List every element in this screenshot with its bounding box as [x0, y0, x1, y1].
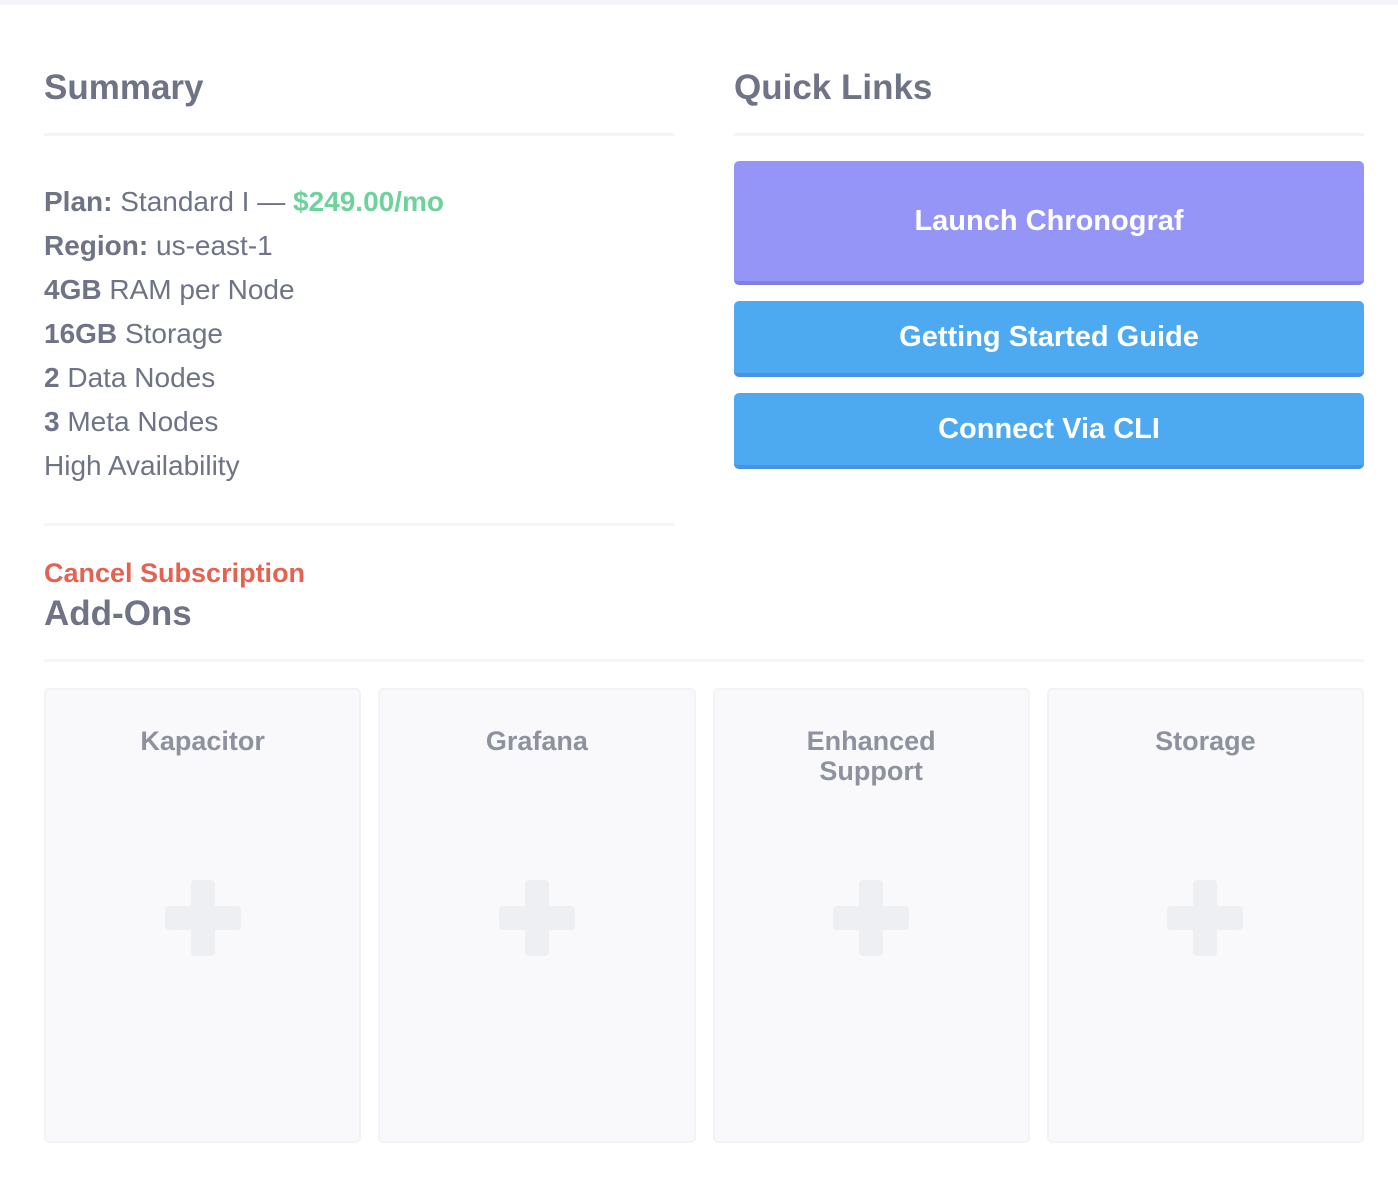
summary-region: Region: us-east-1 — [44, 224, 674, 268]
plus-icon — [833, 880, 910, 956]
addon-card-grafana[interactable]: Grafana — [378, 688, 696, 1143]
summary-availability: High Availability — [44, 450, 240, 481]
cancel-subscription-link[interactable]: Cancel Subscription — [44, 556, 305, 590]
plan-label: Plan: — [44, 186, 113, 217]
meta-nodes-text: Meta Nodes — [67, 406, 219, 437]
summary-list: Plan: Standard I — $249.00/mo Region: us… — [44, 180, 674, 488]
addon-name: Storage — [1155, 726, 1256, 756]
addons-divider — [44, 659, 1364, 662]
region-label: Region: — [44, 230, 149, 261]
summary-panel: Summary Plan: Standard I — $249.00/mo Re… — [44, 40, 674, 488]
addon-name: Grafana — [485, 726, 588, 756]
quick-links-divider — [734, 133, 1364, 136]
addons-title: Add-Ons — [44, 594, 192, 633]
summary-title: Summary — [44, 68, 204, 107]
addon-grid: Kapacitor Grafana Enhanced Support Stora… — [44, 688, 1364, 1143]
addon-name: Enhanced Support — [806, 726, 936, 786]
ram-value: 4GB — [44, 274, 102, 305]
plus-icon — [1167, 880, 1244, 956]
quick-links-panel: Quick Links Launch Chronograf Getting St… — [734, 40, 1364, 469]
plus-icon — [164, 880, 241, 956]
addon-card-kapacitor[interactable]: Kapacitor — [44, 688, 362, 1143]
region-value: us-east-1 — [156, 230, 273, 261]
meta-nodes-value: 3 — [44, 406, 60, 437]
storage-value: 16GB — [44, 318, 118, 349]
addon-card-enhanced-support[interactable]: Enhanced Support — [712, 688, 1030, 1143]
data-nodes-text: Data Nodes — [67, 362, 216, 393]
addon-name: Kapacitor — [140, 726, 265, 756]
summary-data-nodes: 2 Data Nodes — [44, 356, 674, 400]
connect-via-cli-button[interactable]: Connect Via CLI — [734, 393, 1364, 469]
top-divider — [0, 0, 1398, 5]
plan-price: $249.00/mo — [293, 186, 445, 217]
getting-started-guide-button[interactable]: Getting Started Guide — [734, 301, 1364, 377]
quick-links-title: Quick Links — [734, 68, 933, 107]
plus-icon — [498, 880, 575, 956]
summary-storage: 16GB Storage — [44, 312, 674, 356]
summary-bottom-divider — [44, 523, 674, 526]
storage-text: Storage — [124, 318, 224, 349]
data-nodes-value: 2 — [44, 362, 60, 393]
launch-chronograf-button[interactable]: Launch Chronograf — [734, 161, 1364, 285]
summary-plan: Plan: Standard I — $249.00/mo — [44, 180, 674, 224]
ram-text: RAM per Node — [109, 274, 295, 305]
plan-value: Standard I — — [120, 186, 286, 217]
summary-meta-nodes: 3 Meta Nodes — [44, 400, 674, 444]
summary-ram: 4GB RAM per Node — [44, 268, 674, 312]
summary-divider — [44, 133, 674, 136]
addon-card-storage[interactable]: Storage — [1046, 688, 1364, 1143]
